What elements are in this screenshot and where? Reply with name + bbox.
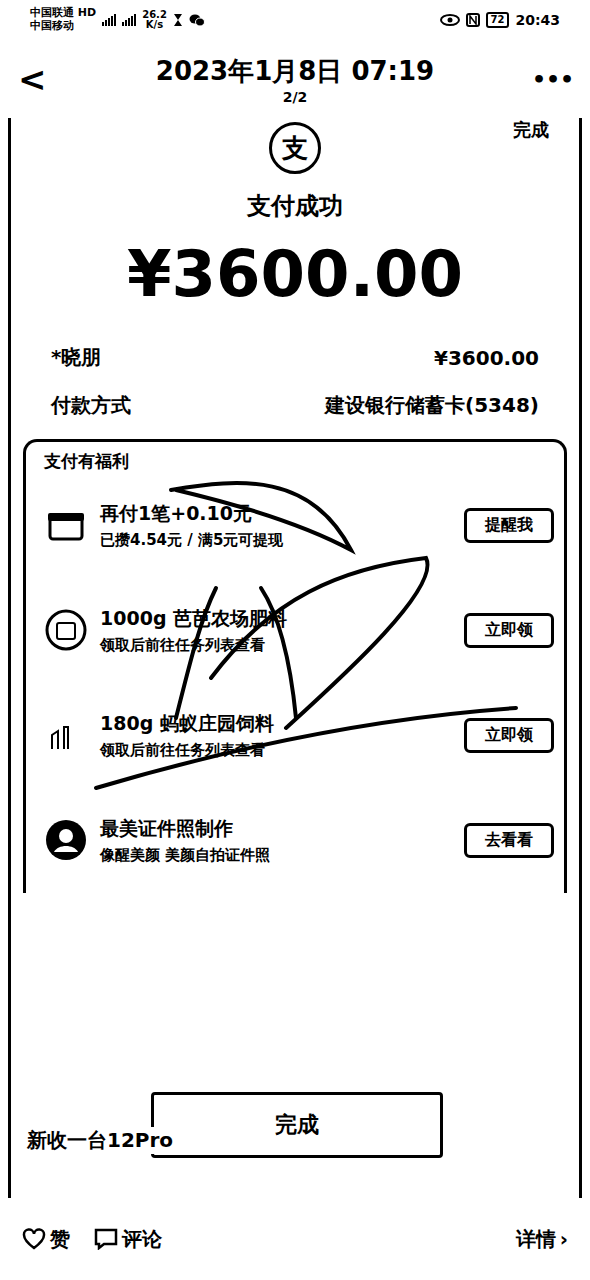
page-indicator: 2/2 [283,89,308,105]
benefit-title: 再付1笔+0.10元 [100,501,452,527]
photo-id-icon [44,818,88,862]
footer-left: 赞 评论 [22,1226,162,1253]
eye-icon [440,14,460,26]
wechat-icon [189,13,205,27]
benefit-item: 1000g 芭芭农场肥料领取后前往任务列表查看立即领 [44,578,554,683]
benefits-panel: 支付有福利再付1笔+0.10元已攒4.54元 / 满5元可提现提醒我1000g … [23,439,567,893]
comment-button[interactable]: 评论 [94,1226,162,1253]
battery-icon: 72 [486,12,510,28]
payee-row: *晓朋 ¥3600.00 [11,343,579,373]
back-button[interactable]: < [18,59,58,99]
method-label: 付款方式 [51,392,131,419]
done-button[interactable]: 完成 [151,1092,443,1158]
benefit-item: 再付1笔+0.10元已攒4.54元 / 满5元可提现提醒我 [44,473,554,578]
details-button[interactable]: 详情› [516,1226,568,1253]
status-bar: 中国联通 HD中国移动 26.2K/s 72 20:43 [0,0,590,40]
benefit-text: 再付1笔+0.10元已攒4.54元 / 满5元可提现 [100,501,452,550]
method-row: 付款方式 建设银行储蓄卡(5348) [11,391,579,421]
benefit-subtitle: 领取后前往任务列表查看 [100,741,452,760]
details-arrow: › [560,1227,568,1251]
benefit-title: 最美证件照制作 [100,816,452,842]
footer-bar: 赞 评论 详情› [0,1198,590,1280]
benefit-text: 最美证件照制作像醒美颜 美颜自拍证件照 [100,816,452,865]
like-label: 赞 [50,1226,70,1253]
hd-badge: HD [78,6,96,19]
benefit-title: 1000g 芭芭农场肥料 [100,606,452,632]
signal-icon [122,14,136,26]
benefit-item: 最美证件照制作像醒美颜 美颜自拍证件照去看看 [44,788,554,893]
benefits-title: 支付有福利 [44,450,554,473]
scribble [11,118,590,918]
hourglass-icon [173,13,183,27]
heart-icon [22,1228,46,1250]
pay-amount: ¥3600.00 [11,236,579,313]
receipt-card: 完成 支支付成功 ¥3600.00 *晓朋 ¥3600.00 付款方式 建设银行储蓄卡(53… [8,118,582,1198]
feed-icon [44,713,88,757]
benefit-title: 180g 蚂蚁庄园饲料 [100,711,452,737]
photo-caption: 新收一台12Pro [25,1127,175,1154]
details-label: 详情 [516,1226,556,1253]
carrier-name: 中国联通 [30,6,74,19]
like-button[interactable]: 赞 [22,1226,70,1253]
farm-icon [44,608,88,652]
signal-icon [102,14,116,26]
carrier-line: 中国联通 HD [30,7,96,20]
carriers: 中国联通 HD中国移动 [30,7,96,32]
corner-done[interactable]: 完成 [513,118,549,142]
benefit-subtitle: 像醒美颜 美颜自拍证件照 [100,846,452,865]
header-title: 2023年1月8日 07:192/2 [156,54,434,105]
benefit-button[interactable]: 立即领 [464,613,554,648]
gift-icon [44,503,88,547]
benefit-button[interactable]: 立即领 [464,718,554,753]
carrier-name: 中国移动 [30,20,96,33]
speed-value: 26.2 [142,10,167,21]
alipay-logo: 支 [269,122,321,174]
payee-name: *晓朋 [51,344,101,371]
benefit-text: 180g 蚂蚁庄园饲料领取后前往任务列表查看 [100,711,452,760]
benefit-button[interactable]: 去看看 [464,823,554,858]
payee-amount: ¥3600.00 [434,346,539,370]
status-right: 72 20:43 [440,12,561,28]
benefit-button[interactable]: 提醒我 [464,508,554,543]
clock: 20:43 [515,12,560,28]
more-button[interactable]: ••• [532,67,572,92]
benefit-item: 180g 蚂蚁庄园饲料领取后前往任务列表查看立即领 [44,683,554,788]
comment-icon [94,1228,118,1250]
comment-label: 评论 [122,1226,162,1253]
net-speed: 26.2K/s [142,10,167,31]
method-value: 建设银行储蓄卡(5348) [325,392,539,419]
speed-unit: K/s [146,20,163,31]
status-left: 中国联通 HD中国移动 26.2K/s [30,7,205,32]
benefit-subtitle: 领取后前往任务列表查看 [100,636,452,655]
pay-status: 支付成功 [11,190,579,222]
benefit-text: 1000g 芭芭农场肥料领取后前往任务列表查看 [100,606,452,655]
spacer [11,893,579,1092]
viewer-header: <2023年1月8日 07:192/2 ••• [0,40,590,118]
nfc-icon [466,13,480,27]
photo-date: 2023年1月8日 07:19 [156,54,434,89]
benefit-subtitle: 已攒4.54元 / 满5元可提现 [100,531,452,550]
